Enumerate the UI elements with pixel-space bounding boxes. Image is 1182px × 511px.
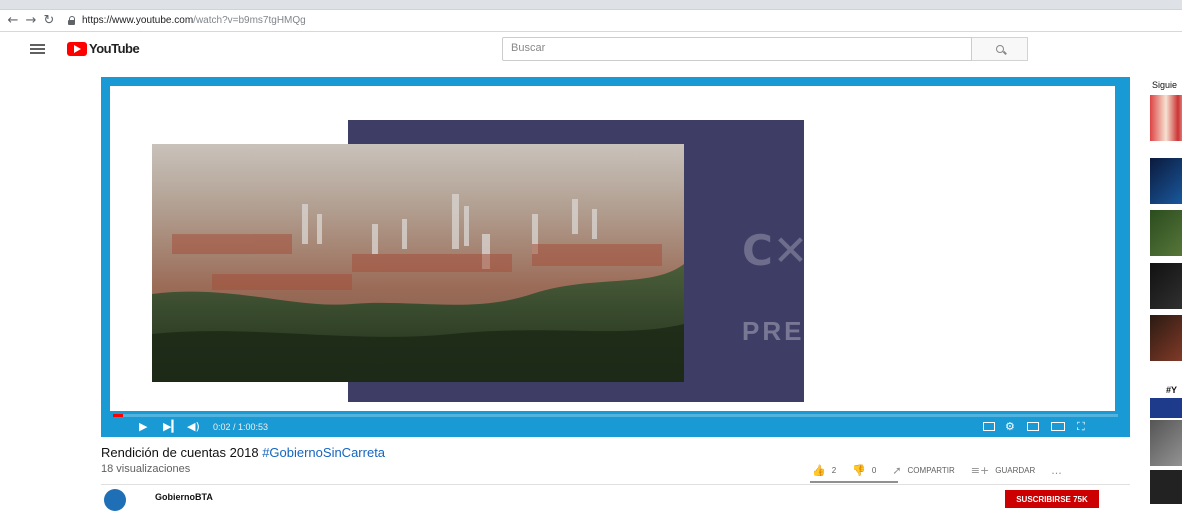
search-button[interactable] — [972, 37, 1028, 61]
recommended-thumbnail[interactable] — [1150, 470, 1182, 504]
settings-icon[interactable]: ⚙ — [1005, 420, 1015, 433]
browser-address-bar: ← → ↻ https://www.youtube.com/watch?v=b9… — [0, 10, 1182, 32]
browser-tab-strip — [0, 0, 1182, 10]
canal-capital-watermark: C✕C canal capital — [742, 216, 1002, 316]
menu-icon[interactable] — [30, 44, 45, 54]
recommended-thumbnail[interactable] — [1150, 398, 1182, 418]
channel-name[interactable]: GobiernoBTA — [155, 492, 213, 502]
city-aerial-image — [152, 144, 684, 382]
back-icon[interactable]: ← — [4, 12, 22, 30]
more-icon: ... — [1051, 464, 1062, 477]
player-controls: ▶ ▶▎ ◀) 0:02 / 1:00:53 ⚙ ⛶ — [101, 418, 1130, 437]
share-button[interactable]: ➚ COMPARTIR — [892, 464, 954, 477]
search-icon — [995, 45, 1004, 53]
recommended-thumbnail[interactable] — [1150, 158, 1182, 204]
next-icon[interactable]: ▶▎ — [163, 420, 180, 433]
recommended-thumbnail[interactable] — [1150, 95, 1182, 141]
url-host: https://www.youtube.com — [82, 15, 194, 26]
video-actions: 👍 2 👎 0 ➚ COMPARTIR ≡+ GUARDAR ... — [812, 464, 1062, 477]
youtube-header: YouTube Buscar — [0, 33, 1182, 67]
lock-icon — [68, 16, 76, 25]
view-count: 18 visualizaciones — [101, 463, 191, 475]
subscribe-button[interactable]: SUSCRIBIRSE 75K — [1005, 490, 1099, 508]
video-player[interactable]: C✕C canal capital PRESENTA ▶ ▶▎ ◀) 0:02 … — [101, 77, 1130, 437]
thumbs-up-icon: 👍 — [812, 464, 826, 477]
like-ratio-bar — [810, 481, 898, 483]
playlist-add-icon: ≡+ — [970, 464, 990, 477]
save-button[interactable]: ≡+ GUARDAR — [971, 464, 1035, 477]
play-icon[interactable]: ▶ — [139, 420, 147, 433]
channel-avatar[interactable] — [104, 489, 126, 511]
youtube-logo[interactable]: YouTube — [67, 41, 140, 56]
time-display: 0:02 / 1:00:53 — [213, 422, 269, 432]
dislike-count: 0 — [871, 466, 877, 475]
recommended-thumbnail[interactable] — [1150, 263, 1182, 309]
share-label: COMPARTIR — [907, 466, 955, 475]
recommended-thumbnail[interactable] — [1150, 420, 1182, 466]
watermark-logo-icon: C✕C — [742, 226, 839, 275]
miniplayer-icon[interactable] — [1027, 422, 1039, 431]
url-field[interactable]: https://www.youtube.com/watch?v=b9ms7tgH… — [68, 15, 306, 26]
video-title: Rendición de cuentas 2018 #GobiernoSinCa… — [101, 445, 385, 460]
share-icon: ➚ — [892, 464, 902, 477]
recommended-thumbnail[interactable] — [1150, 315, 1182, 361]
watermark-line1: canal — [857, 226, 910, 248]
watermark-line2: capital — [857, 250, 922, 272]
progress-fill — [113, 414, 124, 417]
logo-text: YouTube — [89, 41, 140, 56]
volume-icon[interactable]: ◀) — [187, 420, 200, 433]
more-actions-button[interactable]: ... — [1051, 464, 1062, 477]
video-frame: C✕C canal capital PRESENTA — [110, 86, 1115, 411]
divider — [101, 484, 1130, 485]
subtitles-icon[interactable] — [983, 422, 995, 431]
search-input[interactable]: Buscar — [502, 37, 972, 61]
theater-icon[interactable] — [1051, 422, 1065, 431]
url-path: /watch?v=b9ms7tgHMQg — [193, 15, 306, 26]
recommended-thumbnail[interactable] — [1150, 210, 1182, 256]
like-count: 2 — [831, 466, 837, 475]
forward-icon[interactable]: → — [22, 12, 40, 30]
video-title-text: Rendición de cuentas 2018 — [101, 445, 259, 460]
video-hashtag[interactable]: #GobiernoSinCarreta — [262, 445, 385, 460]
watermark-presenta: PRESENTA — [742, 316, 906, 346]
thumbs-down-icon: 👎 — [852, 464, 866, 477]
fullscreen-icon[interactable]: ⛶ — [1077, 420, 1085, 434]
youtube-play-icon — [67, 41, 87, 56]
like-button[interactable]: 👍 2 — [812, 464, 836, 477]
recommended-thumb-text: #Y — [1166, 385, 1178, 395]
reload-icon[interactable]: ↻ — [40, 12, 58, 30]
dislike-button[interactable]: 👎 0 — [852, 464, 876, 477]
save-label: GUARDAR — [995, 466, 1036, 475]
up-next-label: Siguie — [1152, 80, 1178, 90]
progress-bar[interactable] — [113, 414, 1118, 417]
